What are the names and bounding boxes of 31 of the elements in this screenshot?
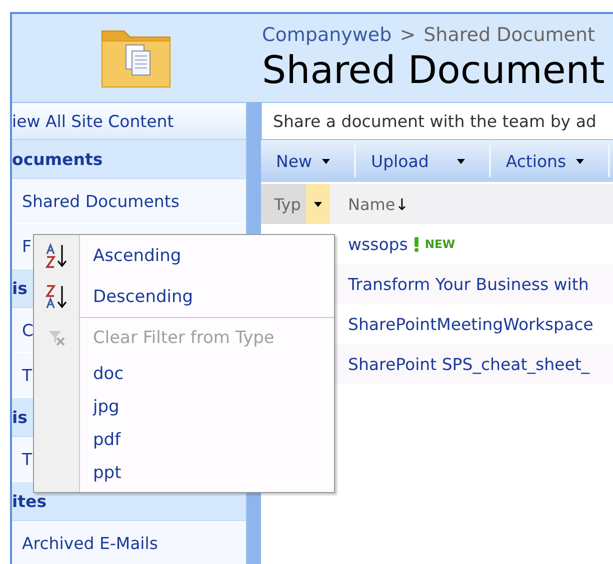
filter-dropdown-button[interactable]: [306, 184, 330, 224]
page-title: Shared Document: [262, 48, 605, 92]
menu-item[interactable]: ppt: [80, 462, 122, 482]
new-label: NEW: [424, 237, 456, 251]
menu-item[interactable]: jpg: [80, 396, 120, 416]
view-all-link[interactable]: iew All Site Content: [12, 103, 246, 140]
toolbar-menu-button[interactable]: Upload: [356, 145, 491, 177]
caret-icon: [314, 202, 322, 206]
breadcrumb-link[interactable]: Companyweb: [262, 24, 392, 46]
toolbar-menu-button[interactable]: Actions: [490, 145, 610, 177]
breadcrumb-separator: >: [400, 24, 416, 46]
description-text: Share a document with the team by ad: [261, 102, 613, 140]
sidebar-item[interactable]: Archived E-Mails: [12, 521, 246, 564]
breadcrumb-current: Shared Document: [424, 24, 595, 46]
caret-icon: [456, 158, 465, 164]
sort-icon: [44, 242, 68, 268]
document-link[interactable]: wssops: [348, 234, 408, 254]
sort-arrow: ↓: [395, 194, 409, 214]
sidebar-heading[interactable]: ocuments: [12, 140, 246, 179]
clear-filter-icon: [48, 330, 66, 346]
caret-icon: [322, 158, 330, 164]
menu-item[interactable]: pdf: [80, 430, 121, 450]
sidebar-item[interactable]: Shared Documents: [12, 179, 246, 224]
column-header[interactable]: Name: [348, 194, 396, 214]
sort-icon: [44, 284, 68, 310]
menu-item[interactable]: doc: [80, 364, 124, 384]
document-link[interactable]: SharePointMeetingWorkspace: [348, 314, 594, 334]
caret-icon: [576, 158, 584, 164]
menu-item[interactable]: Descending: [80, 286, 194, 306]
toolbar-menu-button[interactable]: New: [261, 145, 356, 177]
menu-item[interactable]: Ascending: [80, 246, 182, 266]
